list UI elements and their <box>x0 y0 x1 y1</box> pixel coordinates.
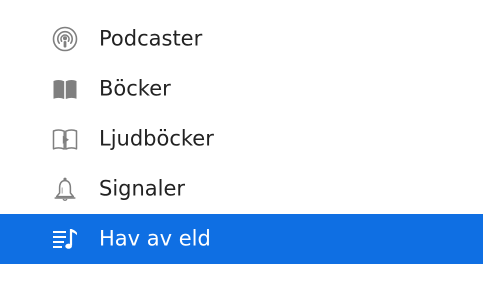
sidebar-item-hav-av-eld[interactable]: Hav av eld <box>0 214 483 264</box>
sidebar-item-label: Podcaster <box>99 26 203 51</box>
playlist-icon <box>52 226 78 252</box>
sidebar-item-label: Ljudböcker <box>99 126 214 151</box>
books-icon <box>52 76 78 102</box>
sidebar-item-bocker[interactable]: Böcker <box>0 64 488 114</box>
sidebar-item-signaler[interactable]: Signaler <box>0 164 488 214</box>
sidebar-item-label: Hav av eld <box>99 226 211 251</box>
podcast-icon <box>52 26 78 52</box>
sidebar-item-label: Signaler <box>99 176 186 201</box>
audiobook-icon <box>52 126 78 152</box>
sidebar-list: Podcaster Böcker Ljudböcker Signaler Hav… <box>0 14 488 264</box>
bell-icon <box>52 176 78 202</box>
sidebar-item-ljudbocker[interactable]: Ljudböcker <box>0 114 488 164</box>
sidebar-item-label: Böcker <box>99 76 171 101</box>
sidebar-item-podcaster[interactable]: Podcaster <box>0 14 488 64</box>
